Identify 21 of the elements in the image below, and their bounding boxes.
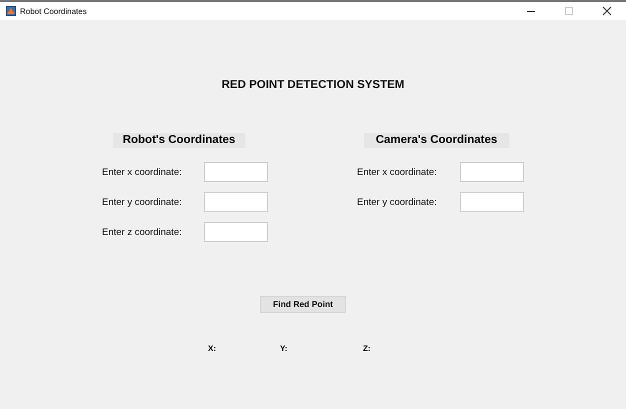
input-field[interactable] bbox=[204, 192, 268, 212]
field-label: Enter y coordinate: bbox=[357, 196, 438, 208]
app-heading: RED POINT DETECTION SYSTEM bbox=[220, 79, 406, 91]
input-field[interactable] bbox=[460, 162, 524, 182]
find-point-button[interactable]: Find Red Point bbox=[260, 296, 346, 312]
input-field[interactable] bbox=[204, 222, 268, 242]
close-icon[interactable] bbox=[602, 6, 612, 16]
result-label: Z: bbox=[363, 344, 371, 352]
input-field[interactable] bbox=[460, 192, 524, 212]
maximize-icon[interactable] bbox=[564, 6, 574, 16]
result-label: Y: bbox=[280, 344, 288, 352]
field-label: Enter z coordinate: bbox=[102, 226, 183, 238]
field-label: Enter x coordinate: bbox=[357, 166, 438, 178]
input-field[interactable] bbox=[204, 162, 268, 182]
result-label: X: bbox=[208, 344, 217, 352]
window-title: Robot Coordinates bbox=[20, 6, 88, 16]
field-label: Enter x coordinate: bbox=[102, 166, 183, 178]
field-label: Enter y coordinate: bbox=[102, 196, 183, 208]
panel-title: Camera's Coordinates bbox=[364, 133, 509, 148]
panel-title: Robot's Coordinates bbox=[113, 133, 245, 148]
app-icon bbox=[6, 6, 16, 16]
